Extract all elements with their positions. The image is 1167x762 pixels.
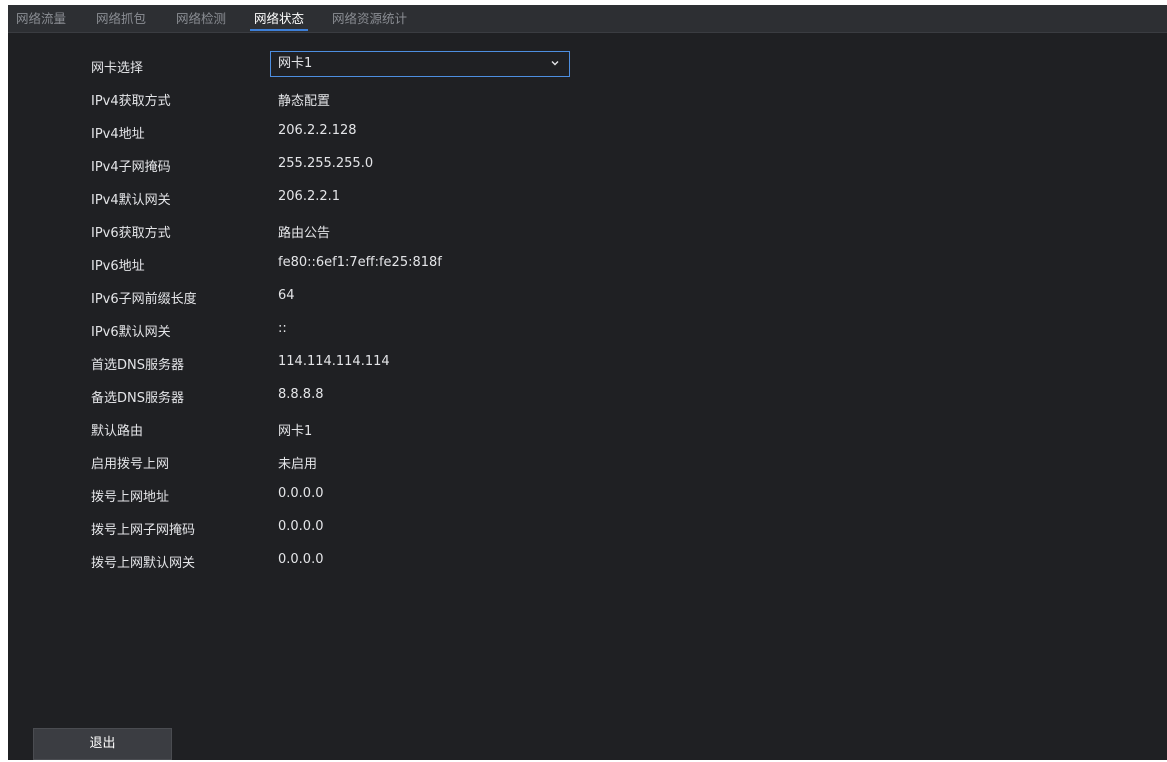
exit-button[interactable]: 退出 — [33, 728, 172, 760]
ipv6-address-label: IPv6地址 — [91, 259, 145, 274]
ipv4-netmask-value: 255.255.255.0 — [278, 156, 374, 171]
ipv6-gateway-label: IPv6默认网关 — [91, 325, 171, 340]
ipv6-mode-value: 路由公告 — [278, 226, 331, 241]
ipv6-mode-label: IPv6获取方式 — [91, 226, 171, 241]
pppoe-enabled-value: 未启用 — [278, 457, 318, 472]
tab-network-resource-stats[interactable]: 网络资源统计 — [332, 5, 407, 32]
pppoe-address-label: 拨号上网地址 — [91, 490, 170, 505]
pppoe-enabled-label: 启用拨号上网 — [91, 457, 170, 472]
ipv4-address-value: 206.2.2.128 — [278, 123, 357, 138]
tab-network-traffic[interactable]: 网络流量 — [16, 5, 66, 32]
ipv4-gateway-value: 206.2.2.1 — [278, 189, 341, 204]
pppoe-netmask-value: 0.0.0.0 — [278, 519, 324, 534]
ipv4-mode-value: 静态配置 — [278, 94, 331, 109]
alternate-dns-value: 8.8.8.8 — [278, 387, 324, 402]
tab-packet-capture[interactable]: 网络抓包 — [96, 5, 146, 32]
pppoe-netmask-label: 拨号上网子网掩码 — [91, 523, 196, 538]
ipv4-address-label: IPv4地址 — [91, 127, 145, 142]
tab-bar: 网络流量 网络抓包 网络检测 网络状态 网络资源统计 — [8, 5, 1167, 33]
preferred-dns-label: 首选DNS服务器 — [91, 358, 184, 373]
ipv6-address-value: fe80::6ef1:7eff:fe25:818f — [278, 255, 442, 270]
chevron-down-icon — [551, 61, 559, 66]
network-status-screen: 网络流量 网络抓包 网络检测 网络状态 网络资源统计 网卡选择 网卡1 IPv4… — [8, 5, 1167, 760]
nic-select-label: 网卡选择 — [91, 61, 144, 76]
ipv6-prefix-length-value: 64 — [278, 288, 295, 303]
default-route-value: 网卡1 — [278, 424, 313, 439]
ipv6-prefix-length-label: IPv6子网前缀长度 — [91, 292, 197, 307]
tab-network-detection[interactable]: 网络检测 — [176, 5, 226, 32]
tab-network-status[interactable]: 网络状态 — [249, 5, 309, 32]
default-route-label: 默认路由 — [91, 424, 144, 439]
preferred-dns-value: 114.114.114.114 — [278, 354, 390, 369]
alternate-dns-label: 备选DNS服务器 — [91, 391, 184, 406]
pppoe-gateway-value: 0.0.0.0 — [278, 552, 324, 567]
ipv6-gateway-value: :: — [278, 321, 287, 336]
ipv4-netmask-label: IPv4子网掩码 — [91, 160, 171, 175]
pppoe-gateway-label: 拨号上网默认网关 — [91, 556, 196, 571]
ipv4-mode-label: IPv4获取方式 — [91, 94, 171, 109]
ipv4-gateway-label: IPv4默认网关 — [91, 193, 171, 208]
nic-select-value: 网卡1 — [278, 56, 313, 71]
nic-select-dropdown[interactable]: 网卡1 — [270, 51, 570, 77]
pppoe-address-value: 0.0.0.0 — [278, 486, 324, 501]
